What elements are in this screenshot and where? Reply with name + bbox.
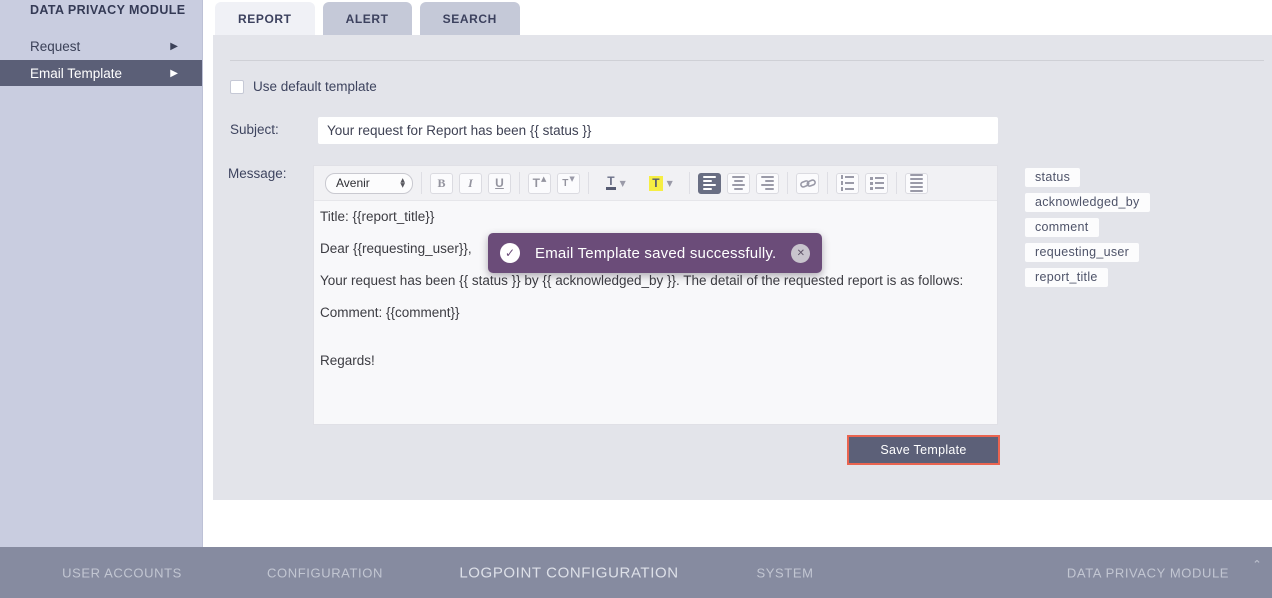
message-line: Comment: {{comment}} (320, 306, 991, 320)
chevron-right-icon: ▶ (170, 41, 178, 52)
subject-label: Subject: (230, 122, 279, 137)
unordered-list-icon (870, 177, 884, 190)
align-left-icon (703, 176, 716, 190)
toast-message: Email Template saved successfully. (535, 245, 776, 262)
tab-alert[interactable]: ALERT (323, 2, 412, 35)
align-left-button[interactable] (698, 173, 721, 194)
font-size-down-glyph: T (562, 178, 568, 189)
tab-report[interactable]: REPORT (215, 2, 315, 35)
tab-bar: REPORT ALERT SEARCH (215, 2, 520, 35)
scroll-top-icon[interactable]: ⌃ (1250, 559, 1264, 571)
chevron-down-icon: ▼ (620, 179, 626, 188)
font-family-select[interactable]: Avenir ▲▼ (325, 173, 413, 194)
footer-item-logpoint-configuration[interactable]: LOGPOINT CONFIGURATION (459, 564, 678, 581)
save-template-label: Save Template (880, 443, 966, 457)
footer-nav: USER ACCOUNTS CONFIGURATION LOGPOINT CON… (0, 547, 1272, 598)
footer-item-data-privacy-module[interactable]: DATA PRIVACY MODULE (1067, 565, 1229, 580)
blank-line (320, 338, 991, 354)
italic-button[interactable]: I (459, 173, 482, 194)
use-default-template-row: Use default template (230, 79, 377, 94)
underline-button[interactable]: U (488, 173, 511, 194)
highlight-color-icon: T (649, 176, 662, 191)
text-color-icon: T (606, 176, 615, 190)
message-editor: Avenir ▲▼ B I U T▲ T▼ T ▼ (313, 165, 998, 425)
placeholder-tag-requesting-user[interactable]: requesting_user (1025, 243, 1139, 262)
divider (230, 60, 1264, 61)
chevron-right-icon: ▶ (170, 68, 178, 79)
divider (689, 172, 690, 194)
toast-notification: ✓ Email Template saved successfully. ✕ (488, 233, 822, 273)
ordered-list-icon (841, 175, 854, 191)
font-size-increase-button[interactable]: T▲ (528, 173, 551, 194)
unordered-list-button[interactable] (865, 173, 888, 194)
sidebar: DATA PRIVACY MODULE Request ▶ Email Temp… (0, 0, 203, 547)
divider (588, 172, 589, 194)
ordered-list-button[interactable] (836, 173, 859, 194)
use-default-template-checkbox[interactable] (230, 80, 244, 94)
message-line: Title: {{report_title}} (320, 210, 991, 224)
placeholder-tag-report-title[interactable]: report_title (1025, 268, 1108, 287)
font-size-up-glyph: T (533, 176, 540, 190)
footer-item-user-accounts[interactable]: USER ACCOUNTS (62, 565, 182, 580)
message-line: Your request has been {{ status }} by {{… (320, 274, 991, 288)
subject-input[interactable] (318, 117, 998, 144)
align-center-icon (732, 176, 745, 190)
bold-button[interactable]: B (430, 173, 453, 194)
message-line: Regards! (320, 354, 991, 368)
chevron-down-icon: ▼ (667, 179, 673, 188)
divider (421, 172, 422, 194)
insert-link-button[interactable] (796, 173, 819, 194)
align-right-button[interactable] (756, 173, 779, 194)
link-icon (800, 177, 816, 190)
font-size-decrease-button[interactable]: T▼ (557, 173, 580, 194)
app-root: DATA PRIVACY MODULE Request ▶ Email Temp… (0, 0, 1272, 598)
sidebar-item-label: Email Template (30, 66, 122, 81)
divider (787, 172, 788, 194)
sidebar-item-request[interactable]: Request ▶ (0, 33, 202, 59)
paragraph-style-button[interactable] (905, 173, 928, 194)
placeholder-tag-acknowledged-by[interactable]: acknowledged_by (1025, 193, 1150, 212)
sidebar-item-email-template[interactable]: Email Template ▶ (0, 60, 202, 86)
font-family-value: Avenir (336, 176, 370, 190)
updown-caret-icon: ▲▼ (400, 178, 405, 188)
divider (827, 172, 828, 194)
placeholder-tag-comment[interactable]: comment (1025, 218, 1099, 237)
success-check-icon: ✓ (500, 243, 520, 263)
footer-item-system[interactable]: SYSTEM (756, 565, 813, 580)
divider (896, 172, 897, 194)
placeholder-tag-status[interactable]: status (1025, 168, 1080, 187)
divider (519, 172, 520, 194)
message-label: Message: (228, 166, 287, 181)
align-center-button[interactable] (727, 173, 750, 194)
sidebar-item-label: Request (30, 39, 80, 54)
editor-toolbar: Avenir ▲▼ B I U T▲ T▼ T ▼ (314, 166, 997, 201)
use-default-template-label: Use default template (253, 79, 377, 94)
save-template-button[interactable]: Save Template (847, 435, 1000, 465)
toast-close-button[interactable]: ✕ (791, 244, 810, 263)
tab-search[interactable]: SEARCH (420, 2, 520, 35)
footer-item-configuration[interactable]: CONFIGURATION (267, 565, 383, 580)
highlight-color-button[interactable]: T ▼ (641, 173, 681, 194)
placeholder-tag-list: status acknowledged_by comment requestin… (1025, 168, 1150, 287)
align-right-icon (761, 176, 774, 190)
justify-icon (910, 174, 923, 192)
sidebar-title: DATA PRIVACY MODULE (30, 3, 186, 17)
text-color-button[interactable]: T ▼ (597, 173, 635, 194)
